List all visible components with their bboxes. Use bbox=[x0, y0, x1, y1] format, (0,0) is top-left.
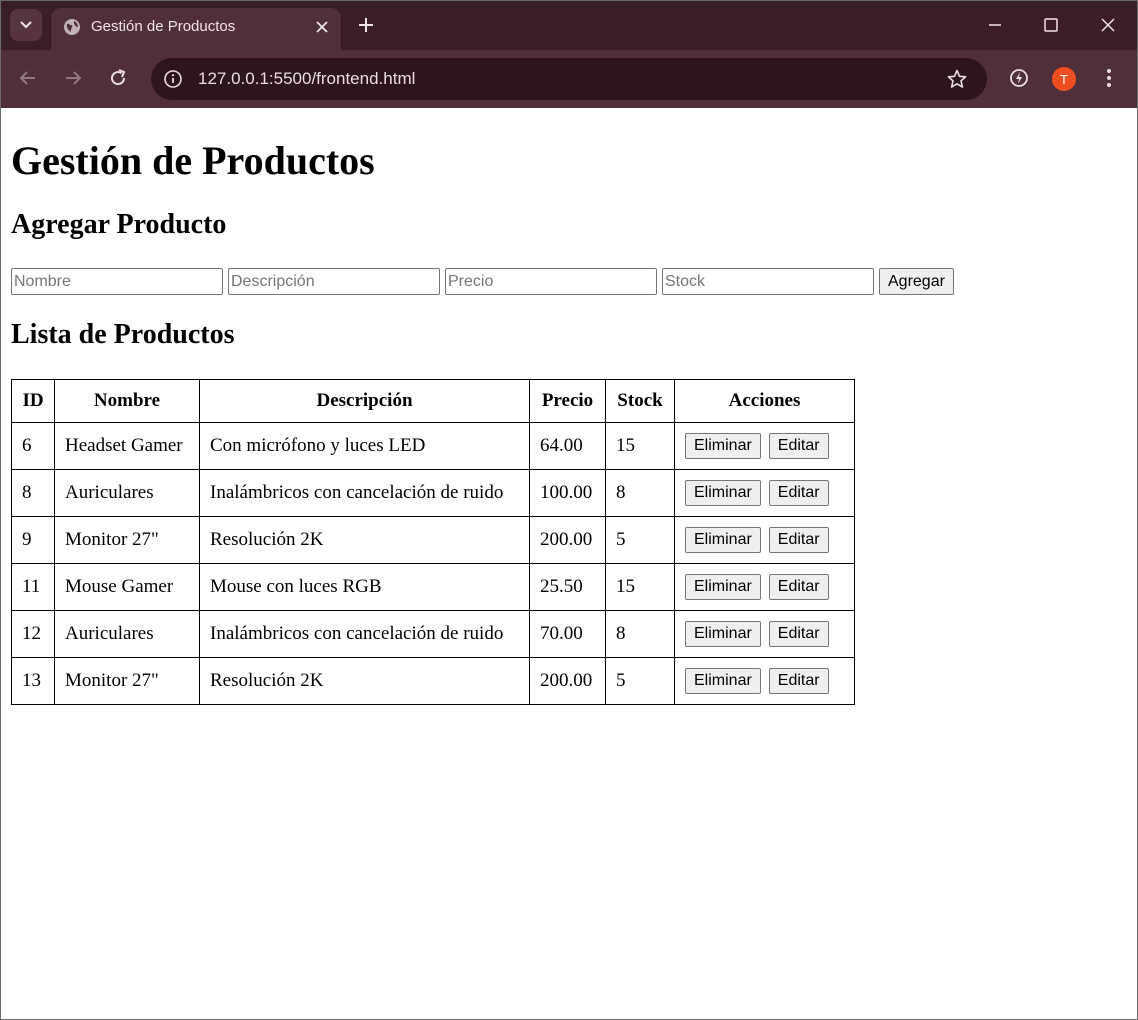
cell-stock: 8 bbox=[605, 610, 675, 658]
reload-icon[interactable] bbox=[106, 66, 130, 90]
cell-acciones: Eliminar Editar bbox=[674, 610, 855, 658]
cell-descripcion: Resolución 2K bbox=[199, 516, 530, 564]
page-title: Gestión de Productos bbox=[11, 138, 375, 183]
cell-nombre: Monitor 27" bbox=[54, 657, 200, 705]
delete-button[interactable]: Eliminar bbox=[685, 480, 761, 506]
precio-input[interactable] bbox=[445, 268, 657, 295]
cell-nombre: Mouse Gamer bbox=[54, 563, 200, 611]
cell-stock: 5 bbox=[605, 657, 675, 705]
cell-acciones: Eliminar Editar bbox=[674, 469, 855, 517]
cell-acciones: Eliminar Editar bbox=[674, 516, 855, 564]
cell-descripcion: Inalámbricos con cancelación de ruido bbox=[199, 469, 530, 517]
more-menu-icon[interactable] bbox=[1099, 66, 1119, 90]
cell-stock: 8 bbox=[605, 469, 675, 517]
edit-button[interactable]: Editar bbox=[768, 433, 829, 459]
edit-button[interactable]: Editar bbox=[768, 527, 829, 553]
cell-precio: 200.00 bbox=[529, 516, 606, 564]
cell-descripcion: Inalámbricos con cancelación de ruido bbox=[199, 610, 530, 658]
table-row: 12 Auriculares Inalámbricos con cancelac… bbox=[11, 610, 855, 658]
site-info-icon[interactable] bbox=[163, 69, 183, 89]
product-list-heading: Lista de Productos bbox=[11, 319, 235, 350]
cell-precio: 100.00 bbox=[529, 469, 606, 517]
cell-nombre: Headset Gamer bbox=[54, 422, 200, 470]
edit-button[interactable]: Editar bbox=[768, 621, 829, 647]
delete-button[interactable]: Eliminar bbox=[685, 433, 761, 459]
tab-search-button[interactable] bbox=[10, 9, 42, 41]
cell-stock: 15 bbox=[605, 563, 675, 611]
url-text: 127.0.0.1:5500/frontend.html bbox=[198, 69, 416, 88]
cell-acciones: Eliminar Editar bbox=[674, 422, 855, 470]
tab-title: Gestión de Productos bbox=[91, 18, 236, 35]
header-nombre: Nombre bbox=[54, 379, 200, 423]
new-tab-icon[interactable] bbox=[356, 15, 376, 35]
cell-acciones: Eliminar Editar bbox=[674, 563, 855, 611]
close-icon[interactable] bbox=[313, 18, 331, 36]
table-row: 11 Mouse Gamer Mouse con luces RGB 25.50… bbox=[11, 563, 855, 611]
products-table: ID Nombre Descripción Precio Stock Accio… bbox=[11, 379, 855, 705]
extension-icon[interactable] bbox=[1007, 66, 1031, 90]
cell-id: 6 bbox=[11, 422, 55, 470]
bookmark-star-icon[interactable] bbox=[946, 68, 968, 90]
maximize-icon[interactable] bbox=[1040, 14, 1062, 36]
cell-precio: 25.50 bbox=[529, 563, 606, 611]
nombre-input[interactable] bbox=[11, 268, 223, 295]
cell-id: 8 bbox=[11, 469, 55, 517]
tab-strip: Gestión de Productos bbox=[0, 0, 1138, 50]
edit-button[interactable]: Editar bbox=[768, 574, 829, 600]
cell-id: 9 bbox=[11, 516, 55, 564]
cell-descripcion: Mouse con luces RGB bbox=[199, 563, 530, 611]
table-header-row: ID Nombre Descripción Precio Stock Accio… bbox=[11, 379, 855, 423]
table-row: 13 Monitor 27" Resolución 2K 200.00 5 El… bbox=[11, 657, 855, 705]
window-close-icon[interactable] bbox=[1097, 14, 1119, 36]
cell-nombre: Auriculares bbox=[54, 610, 200, 658]
browser-toolbar: 127.0.0.1:5500/frontend.html T bbox=[0, 50, 1138, 108]
cell-nombre: Monitor 27" bbox=[54, 516, 200, 564]
cell-stock: 15 bbox=[605, 422, 675, 470]
cell-descripcion: Con micrófono y luces LED bbox=[199, 422, 530, 470]
cell-id: 12 bbox=[11, 610, 55, 658]
delete-button[interactable]: Eliminar bbox=[685, 574, 761, 600]
delete-button[interactable]: Eliminar bbox=[685, 668, 761, 694]
delete-button[interactable]: Eliminar bbox=[685, 621, 761, 647]
minimize-icon[interactable] bbox=[984, 14, 1006, 36]
chevron-down-icon bbox=[20, 21, 32, 29]
globe-icon bbox=[64, 19, 80, 35]
edit-button[interactable]: Editar bbox=[768, 668, 829, 694]
cell-precio: 70.00 bbox=[529, 610, 606, 658]
cell-nombre: Auriculares bbox=[54, 469, 200, 517]
stock-input[interactable] bbox=[662, 268, 874, 295]
cell-descripcion: Resolución 2K bbox=[199, 657, 530, 705]
add-button[interactable]: Agregar bbox=[879, 268, 954, 295]
cell-stock: 5 bbox=[605, 516, 675, 564]
edit-button[interactable]: Editar bbox=[768, 480, 829, 506]
back-arrow-icon[interactable] bbox=[16, 66, 40, 90]
header-precio: Precio bbox=[529, 379, 606, 423]
header-stock: Stock bbox=[605, 379, 675, 423]
header-descripcion: Descripción bbox=[199, 379, 530, 423]
forward-arrow-icon[interactable] bbox=[61, 66, 85, 90]
delete-button[interactable]: Eliminar bbox=[685, 527, 761, 553]
profile-avatar[interactable]: T bbox=[1052, 67, 1076, 91]
add-product-heading: Agregar Producto bbox=[11, 209, 227, 240]
cell-acciones: Eliminar Editar bbox=[674, 657, 855, 705]
cell-precio: 200.00 bbox=[529, 657, 606, 705]
table-row: 6 Headset Gamer Con micrófono y luces LE… bbox=[11, 422, 855, 470]
cell-id: 13 bbox=[11, 657, 55, 705]
table-row: 8 Auriculares Inalámbricos con cancelaci… bbox=[11, 469, 855, 517]
header-id: ID bbox=[11, 379, 55, 423]
cell-id: 11 bbox=[11, 563, 55, 611]
page-content: Gestión de Productos Agregar Producto Ag… bbox=[0, 109, 1138, 1020]
tab-active[interactable]: Gestión de Productos bbox=[51, 8, 341, 50]
cell-precio: 64.00 bbox=[529, 422, 606, 470]
header-acciones: Acciones bbox=[674, 379, 855, 423]
avatar-letter: T bbox=[1060, 71, 1068, 87]
descripcion-input[interactable] bbox=[228, 268, 440, 295]
address-bar[interactable]: 127.0.0.1:5500/frontend.html bbox=[151, 58, 987, 100]
table-row: 9 Monitor 27" Resolución 2K 200.00 5 Eli… bbox=[11, 516, 855, 564]
